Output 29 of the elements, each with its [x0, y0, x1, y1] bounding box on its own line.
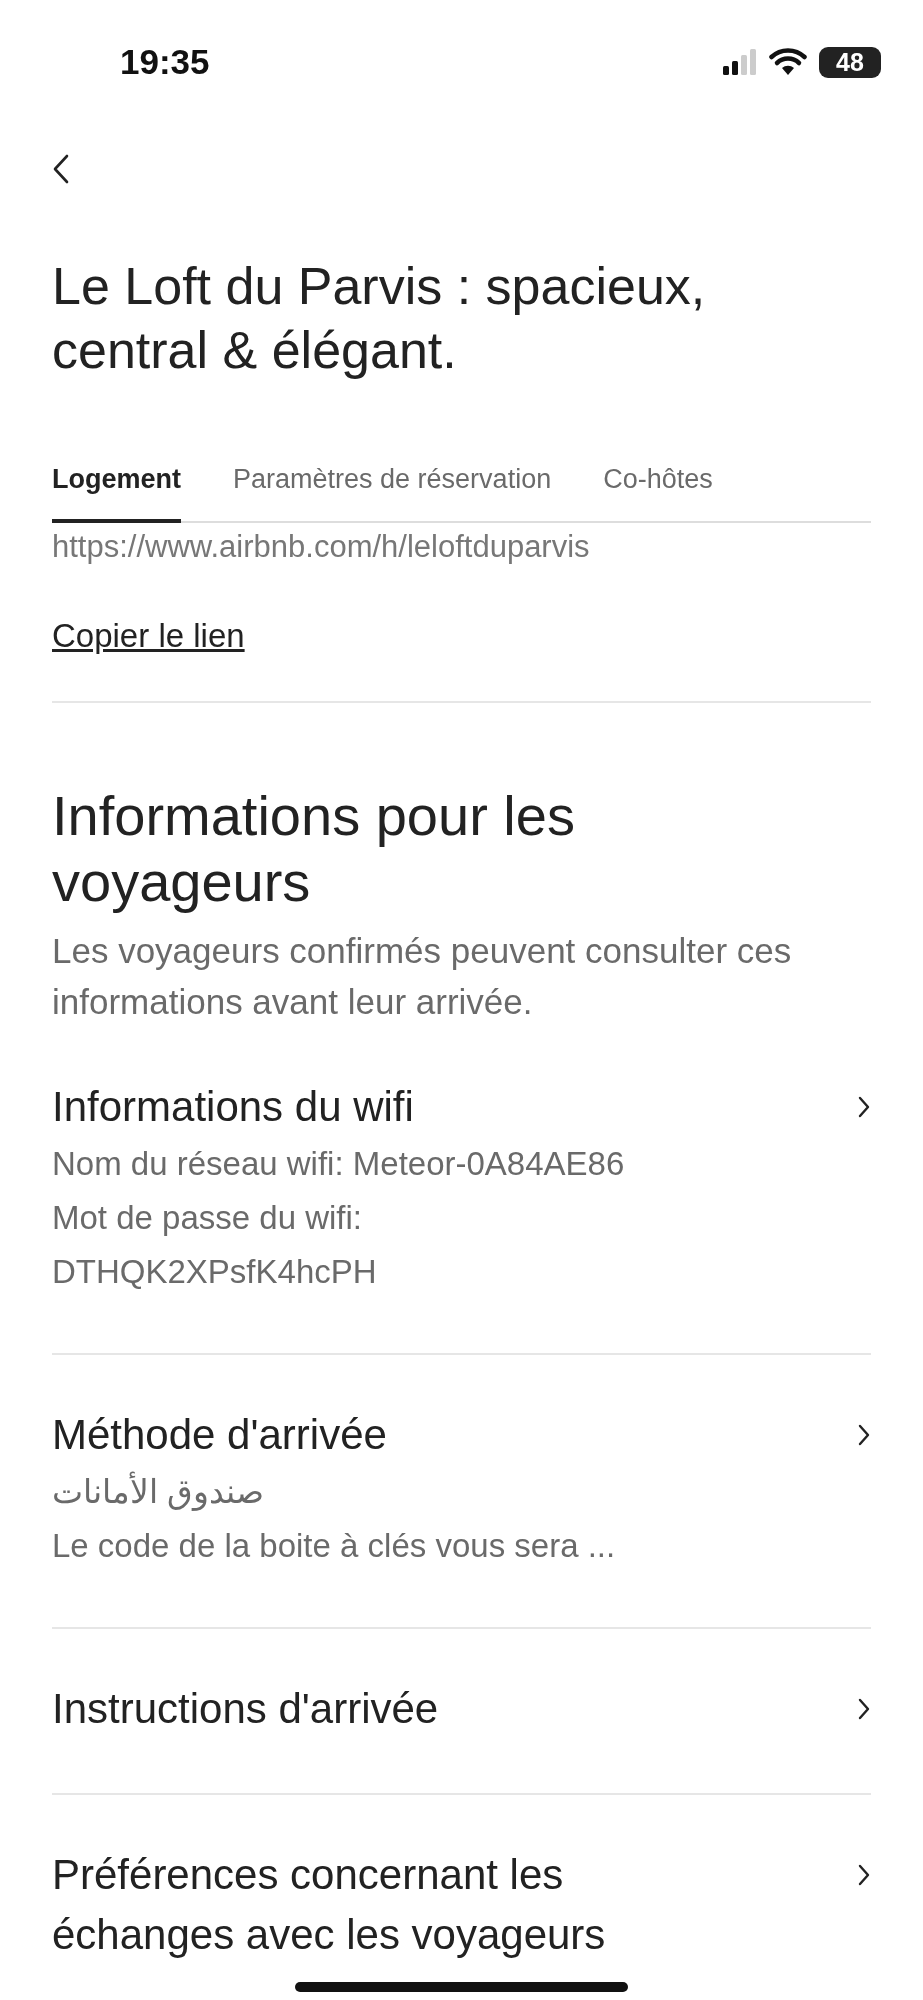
settings-row[interactable]: Instructions d'arrivée	[52, 1629, 871, 1793]
row-title: Informations du wifi	[52, 1082, 415, 1132]
listing-url: https://www.airbnb.com/h/leloftduparvis	[52, 529, 591, 565]
copy-link[interactable]: Copier le lien	[52, 617, 245, 655]
listing-title: Le Loft du Parvis : spacieux, central & élégant.	[52, 256, 707, 381]
battery-indicator: 48	[819, 46, 881, 78]
status-time: 19:35	[120, 42, 210, 82]
tab[interactable]: Co-hôtes	[603, 450, 713, 523]
row-detail: DTHQK2XPsfK4hcPH	[52, 1252, 377, 1292]
section-description: Les voyageurs confirmés peuvent consulter ces informations avant leur arrivée.	[52, 930, 793, 1023]
row-title: Méthode d'arrivée	[52, 1410, 388, 1460]
row-detail: Nom du réseau wifi: Meteor-0A84AE86	[52, 1144, 625, 1184]
row-detail: صندوق الأمانات	[52, 1470, 265, 1513]
chevron-icon	[857, 1863, 871, 1887]
chevron-icon	[857, 1697, 871, 1721]
signal-icon	[723, 49, 757, 75]
row-detail: Le code de la boite à clés vous sera ...	[52, 1526, 616, 1566]
settings-row[interactable]: Informations du wifi Nom du réseau wifi: Meteor-0A84AE86 Mot de passe du wifi: DTHQK2XPsfK4hcPH	[52, 1027, 871, 1353]
chevron-icon	[857, 1423, 871, 1447]
back-icon[interactable]	[52, 154, 70, 184]
row-detail: Mot de passe du wifi:	[52, 1198, 362, 1238]
tab[interactable]: Logement	[52, 450, 181, 523]
tab[interactable]: Paramètres de réservation	[233, 450, 552, 523]
settings-row[interactable]: Préférences concernant les échanges avec les voyageurs	[52, 1795, 871, 2000]
row-title: Instructions d'arrivée	[52, 1684, 440, 1734]
chevron-icon	[857, 1095, 871, 1119]
row-title: Préférences concernant les échanges avec les voyageurs	[52, 1850, 607, 1960]
section-title: Informations pour les voyageurs	[52, 783, 576, 915]
wifi-icon	[769, 48, 807, 76]
